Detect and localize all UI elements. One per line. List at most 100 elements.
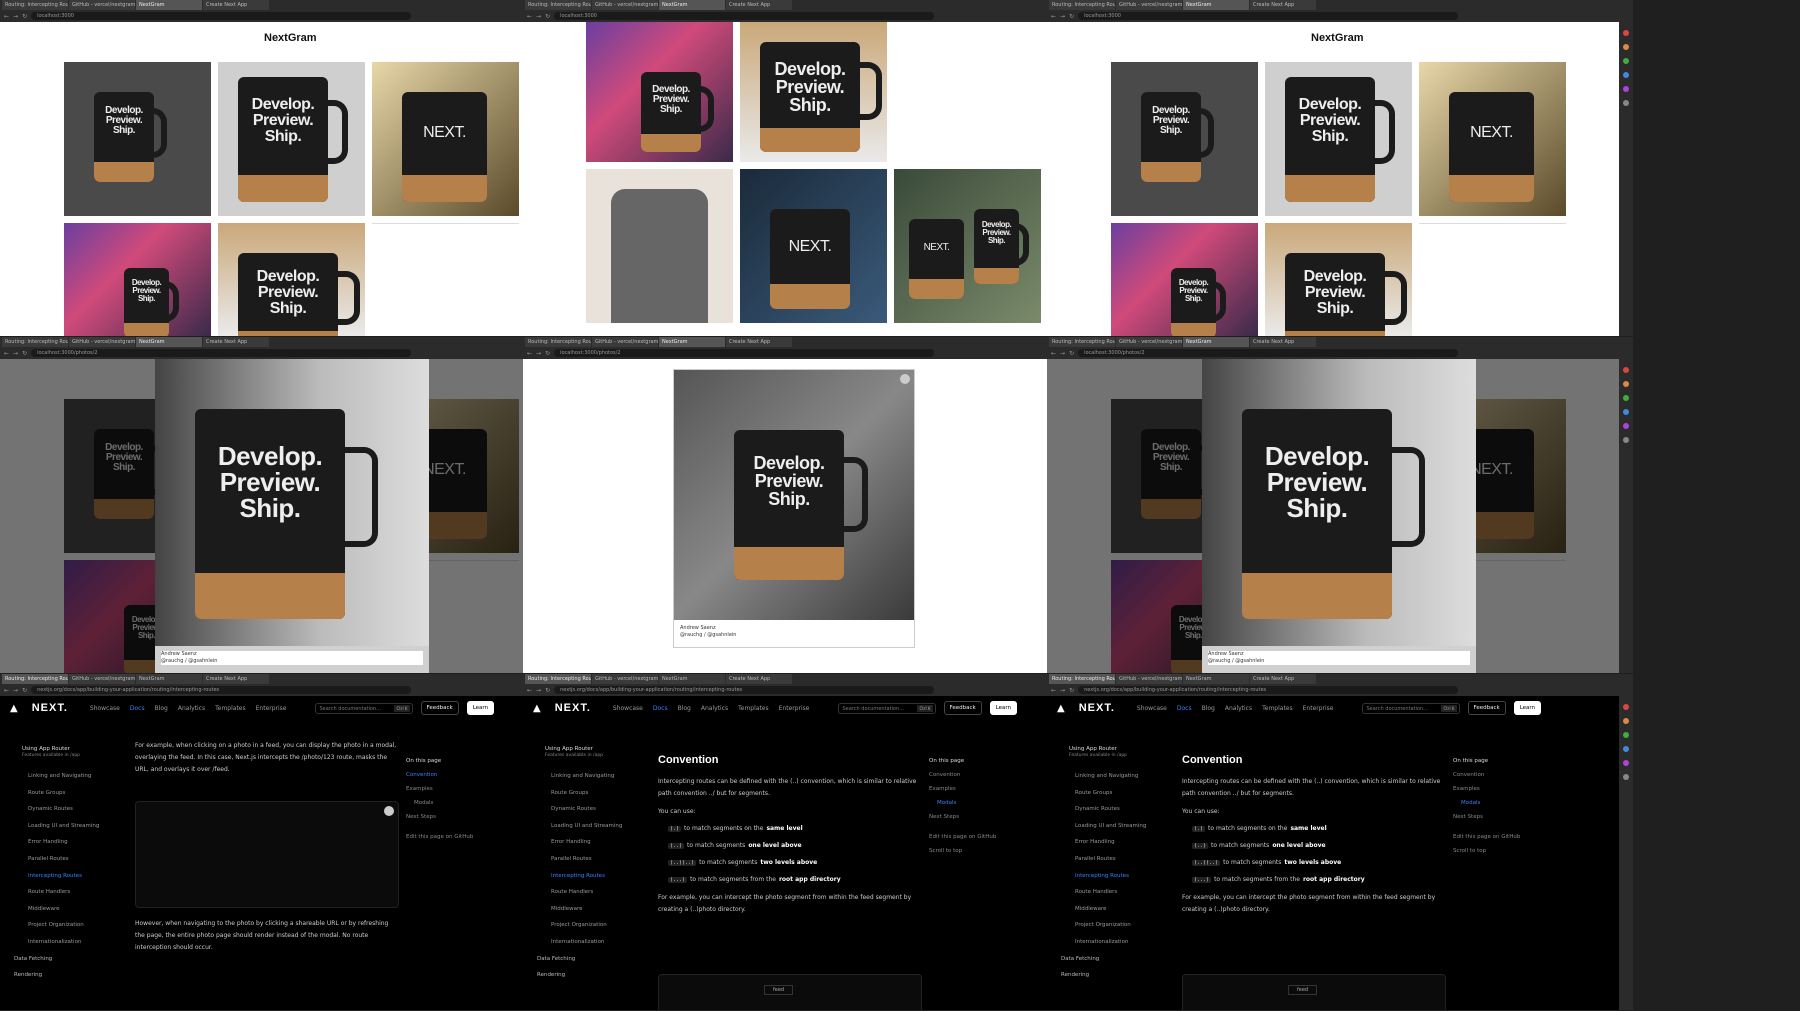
reload-icon[interactable]: ↻ <box>545 687 550 694</box>
feedback-button[interactable]: Feedback <box>1467 701 1506 715</box>
sidebar-item[interactable]: Route Handlers <box>28 884 120 901</box>
sidebar-item[interactable]: Middleware <box>1075 901 1167 918</box>
sidebar-item[interactable]: Dynamic Routes <box>551 801 643 818</box>
browser-tab[interactable]: NextGram <box>1183 674 1249 684</box>
reload-icon[interactable]: ↻ <box>545 350 550 357</box>
nav-link-templates[interactable]: Templates <box>738 705 769 712</box>
sidebar-item[interactable]: Route Handlers <box>551 884 643 901</box>
browser-tab[interactable]: NextGram <box>136 674 202 684</box>
browser-tab[interactable]: Routing: Intercepting Routes <box>525 337 591 347</box>
nav-link-templates[interactable]: Templates <box>215 705 246 712</box>
browser-tab[interactable]: Create Next App <box>726 0 792 10</box>
browser-tab[interactable]: Routing: Intercepting Routes <box>525 0 591 10</box>
address-bar[interactable]: localhost:3000 <box>31 12 412 20</box>
side-app-icon[interactable] <box>1623 423 1629 429</box>
photo-thumbnail-1[interactable]: Develop.Preview.Ship. <box>1111 62 1258 216</box>
side-app-icon[interactable] <box>1623 381 1629 387</box>
sidebar-item[interactable]: Parallel Routes <box>1075 851 1167 868</box>
photo-thumbnail-3[interactable]: NEXT. <box>1419 62 1566 216</box>
nav-link-enterprise[interactable]: Enterprise <box>1303 705 1334 712</box>
browser-tab[interactable]: NextGram <box>1183 337 1249 347</box>
side-app-icon[interactable] <box>1623 774 1629 780</box>
toc-item[interactable]: Modals <box>937 796 1029 810</box>
browser-tab[interactable]: NextGram <box>136 0 202 10</box>
sidebar-item[interactable]: Error Handling <box>551 834 643 851</box>
side-app-icon[interactable] <box>1623 58 1629 64</box>
scroll-to-top-link[interactable]: Scroll to top <box>929 844 1029 858</box>
toc-item[interactable]: Convention <box>1453 768 1553 782</box>
toc-item[interactable]: Next Steps <box>929 810 1029 824</box>
sidebar-item[interactable]: Project Organization <box>1075 917 1167 934</box>
side-app-icon[interactable] <box>1623 72 1629 78</box>
side-app-icon[interactable] <box>1623 30 1629 36</box>
sidebar-item[interactable]: Loading UI and Streaming <box>1075 818 1167 835</box>
browser-tab[interactable]: NextGram <box>1183 0 1249 10</box>
browser-tab[interactable]: Create Next App <box>1250 0 1316 10</box>
learn-button[interactable]: Learn <box>989 701 1018 715</box>
sidebar-item[interactable]: Dynamic Routes <box>1075 801 1167 818</box>
nav-link-showcase[interactable]: Showcase <box>90 705 120 712</box>
sidebar-item[interactable]: Error Handling <box>28 834 120 851</box>
forward-icon[interactable]: → <box>536 350 541 357</box>
side-app-icon[interactable] <box>1623 44 1629 50</box>
forward-icon[interactable]: → <box>1060 13 1065 20</box>
photo-thumbnail-7[interactable]: NEXT. <box>740 169 887 323</box>
edit-on-github-link[interactable]: Edit this page on GitHub <box>929 830 1029 844</box>
browser-tab[interactable]: GitHub - vercel/nextgram <box>69 337 135 347</box>
nav-link-blog[interactable]: Blog <box>678 705 691 712</box>
side-app-icon[interactable] <box>1623 718 1629 724</box>
photo-thumbnail-5[interactable]: Develop.Preview.Ship. <box>1265 223 1412 336</box>
photo-thumbnail-4[interactable]: Develop.Preview.Ship. <box>1111 223 1258 336</box>
photo-thumbnail-2[interactable]: Develop.Preview.Ship. <box>218 62 365 216</box>
browser-tab[interactable]: Routing: Intercepting Routes <box>1049 674 1115 684</box>
browser-tab[interactable]: GitHub - vercel/nextgram <box>69 0 135 10</box>
back-icon[interactable]: ← <box>4 350 9 357</box>
sidebar-section-title[interactable]: Using App Router <box>1069 746 1167 753</box>
edit-on-github-link[interactable]: Edit this page on GitHub <box>1453 830 1553 844</box>
sidebar-item[interactable]: Middleware <box>28 901 120 918</box>
sidebar-item[interactable]: Internationalization <box>28 934 120 951</box>
browser-tab[interactable]: GitHub - vercel/nextgram <box>1116 674 1182 684</box>
nextjs-logo[interactable]: NEXT. <box>1079 702 1115 714</box>
sidebar-section-title[interactable]: Using App Router <box>22 746 120 753</box>
forward-icon[interactable]: → <box>13 13 18 20</box>
photo-thumbnail-1[interactable]: Develop.Preview.Ship. <box>64 62 211 216</box>
browser-tab[interactable]: Create Next App <box>203 337 269 347</box>
photo-thumbnail-2[interactable]: Develop.Preview.Ship. <box>1265 62 1412 216</box>
toc-item[interactable]: Examples <box>929 782 1029 796</box>
photo-thumbnail-4[interactable]: Develop.Preview.Ship. <box>64 223 211 336</box>
side-app-icon[interactable] <box>1623 367 1629 373</box>
browser-tab[interactable]: NextGram <box>659 0 725 10</box>
side-app-icon[interactable] <box>1623 86 1629 92</box>
sidebar-group[interactable]: Data Fetching <box>1061 951 1167 967</box>
reload-icon[interactable]: ↻ <box>1069 687 1074 694</box>
toc-item[interactable]: Convention <box>406 768 506 782</box>
sidebar-item[interactable]: Linking and Navigating <box>1075 768 1167 785</box>
vercel-logo-icon[interactable]: ▲ <box>10 703 18 714</box>
browser-tab[interactable]: Create Next App <box>1250 674 1316 684</box>
sidebar-group[interactable]: Rendering <box>537 967 643 983</box>
sidebar-item[interactable]: Intercepting Routes <box>1075 868 1167 885</box>
browser-tab[interactable]: GitHub - vercel/nextgram <box>592 674 658 684</box>
sidebar-item[interactable]: Error Handling <box>1075 834 1167 851</box>
forward-icon[interactable]: → <box>536 13 541 20</box>
sidebar-section-title[interactable]: Using App Router <box>545 746 643 753</box>
sidebar-item[interactable]: Parallel Routes <box>551 851 643 868</box>
browser-tab[interactable]: GitHub - vercel/nextgram <box>592 0 658 10</box>
forward-icon[interactable]: → <box>536 687 541 694</box>
nav-link-blog[interactable]: Blog <box>155 705 168 712</box>
browser-tab[interactable]: Routing: Intercepting Routes <box>2 337 68 347</box>
nav-link-enterprise[interactable]: Enterprise <box>779 705 810 712</box>
sidebar-group[interactable]: Data Fetching <box>14 951 120 967</box>
browser-tab[interactable]: GitHub - vercel/nextgram <box>592 337 658 347</box>
reload-icon[interactable]: ↻ <box>22 13 27 20</box>
learn-button[interactable]: Learn <box>466 701 495 715</box>
browser-tab[interactable]: Create Next App <box>203 674 269 684</box>
address-bar[interactable]: nextjs.org/docs/app/building-your-applic… <box>554 686 935 694</box>
back-icon[interactable]: ← <box>4 13 9 20</box>
side-app-icon[interactable] <box>1623 760 1629 766</box>
toc-item[interactable]: Examples <box>406 782 506 796</box>
learn-button[interactable]: Learn <box>1513 701 1542 715</box>
browser-tab[interactable]: Routing: Intercepting Routes <box>1049 337 1115 347</box>
docs-search-input[interactable]: Search documentation... Ctrl K <box>837 702 936 714</box>
